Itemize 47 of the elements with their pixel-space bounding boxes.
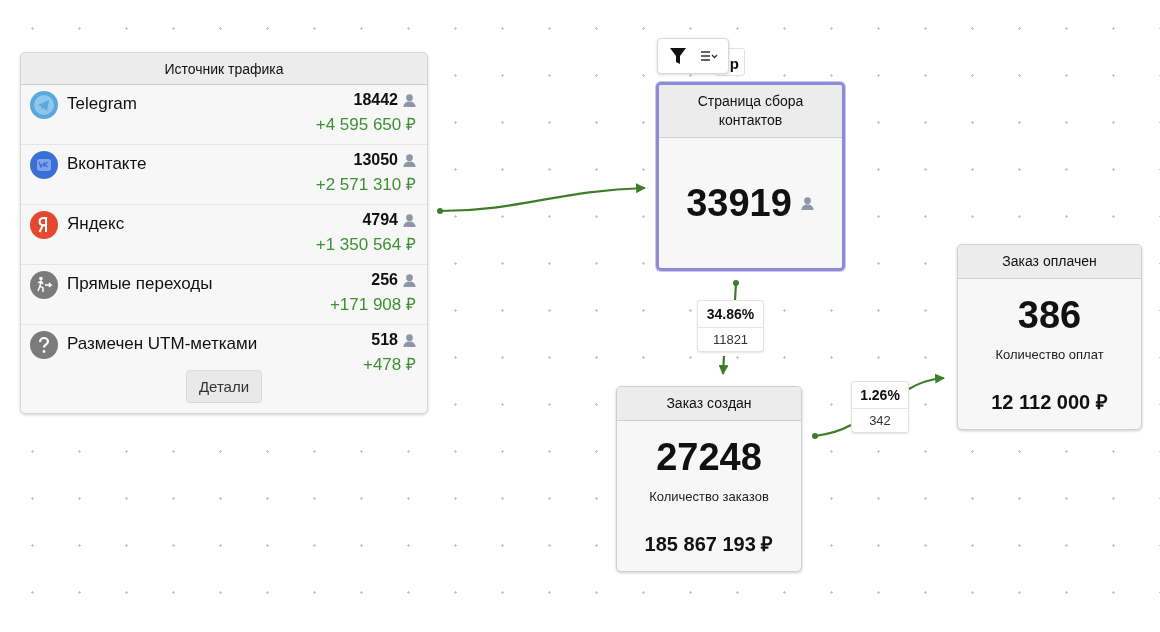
revenue-amount: +1 350 564 ₽	[315, 234, 416, 255]
node-title: Заказ создан	[617, 387, 801, 421]
revenue-amount: +478 ₽	[363, 354, 416, 375]
node-amount: 185 867 193 ₽	[644, 531, 774, 557]
node-value: 33919	[686, 181, 792, 225]
paper-plane-icon	[30, 91, 58, 119]
node-value: 27248	[656, 435, 762, 479]
person-icon	[402, 212, 417, 228]
details-button[interactable]: Детали	[185, 370, 263, 403]
conversion-percent: 1.26%	[852, 382, 908, 409]
funnel-node[interactable]: Заказ оплачен 386 Количество оплат 12 112 000 ₽	[957, 244, 1142, 430]
node-caption: Количество заказов	[649, 488, 769, 504]
funnel-node[interactable]: Заказ создан 27248 Количество заказов 185 867 193 ₽	[616, 386, 802, 572]
walking-person-icon	[30, 271, 58, 299]
source-name: Размечен UTM-метками	[67, 333, 259, 354]
visitor-count: 4794	[362, 211, 398, 229]
card-title: Источник трафика	[21, 53, 427, 85]
visitor-count: 518	[371, 331, 398, 349]
person-icon	[402, 332, 417, 348]
visitor-count: 256	[371, 271, 398, 289]
source-name: Вконтакте	[67, 153, 148, 174]
source-name: Яндекс	[67, 213, 126, 234]
revenue-amount: +171 908 ₽	[329, 294, 416, 315]
source-name: Telegram	[67, 93, 138, 114]
source-name: Прямые переходы	[67, 273, 214, 294]
node-title: Заказ оплачен	[958, 245, 1141, 279]
visitor-count: 18442	[353, 91, 398, 109]
node-value: 386	[1017, 293, 1082, 337]
person-icon	[402, 152, 417, 168]
person-icon	[799, 195, 815, 211]
node-caption: Количество оплат	[995, 346, 1104, 362]
revenue-amount: +2 571 310 ₽	[315, 174, 416, 195]
question-mark-icon	[30, 331, 58, 359]
funnel-node[interactable]: Страница сбора контактов 33919	[656, 82, 845, 271]
conversion-count: 11821	[711, 331, 750, 349]
vk-logo-icon	[30, 151, 58, 179]
label-text: р	[729, 55, 739, 72]
person-icon	[402, 92, 417, 108]
conversion-percent: 34.86%	[698, 301, 763, 328]
revenue-amount: +4 595 650 ₽	[315, 114, 416, 135]
visitor-count: 13050	[353, 151, 398, 169]
filter-icon[interactable]	[667, 46, 688, 66]
person-icon	[402, 272, 417, 288]
conversion-count: 342	[868, 412, 892, 430]
node-title: Страница сбора контактов	[659, 85, 842, 138]
yandex-logo-icon	[30, 211, 58, 239]
node-amount: 12 112 000 ₽	[991, 389, 1108, 415]
